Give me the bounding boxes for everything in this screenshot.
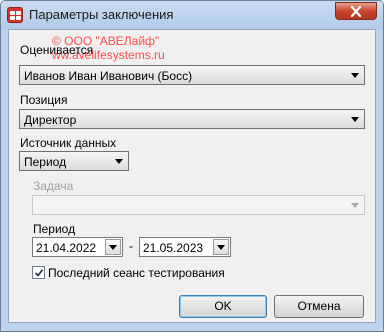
period-from-date[interactable]: 21.04.2022 xyxy=(32,237,123,257)
title-bar[interactable]: Параметры заключения xyxy=(1,1,383,29)
position-value: Директор xyxy=(24,113,77,127)
chevron-down-icon xyxy=(217,245,225,250)
checkmark-icon xyxy=(34,269,44,277)
period-separator: - xyxy=(129,239,133,253)
chevron-down-icon xyxy=(115,159,123,164)
window-title: Параметры заключения xyxy=(29,7,174,22)
chevron-down-icon xyxy=(351,73,359,78)
chevron-down-icon xyxy=(351,117,359,122)
cancel-button[interactable]: Отмена xyxy=(274,295,364,318)
evaluated-label: Оценивается xyxy=(20,43,94,57)
period-to-date[interactable]: 21.05.2023 xyxy=(139,237,231,257)
period-to-value: 21.05.2023 xyxy=(143,241,204,255)
last-session-label[interactable]: Последний сеанс тестирования xyxy=(48,266,225,280)
close-icon xyxy=(350,6,362,17)
position-label: Позиция xyxy=(20,93,68,107)
position-select[interactable]: Директор xyxy=(19,109,365,129)
task-label: Задача xyxy=(33,179,74,193)
date-dropdown-button[interactable] xyxy=(105,239,121,255)
last-session-checkbox[interactable] xyxy=(32,266,45,279)
data-source-value: Период xyxy=(24,155,67,169)
evaluated-select[interactable]: Иванов Иван Иванович (Босс) xyxy=(19,65,365,85)
period-label: Период xyxy=(33,222,76,236)
data-source-label: Источник данных xyxy=(20,136,117,150)
app-icon xyxy=(7,7,23,23)
close-button[interactable] xyxy=(335,2,377,20)
task-select[interactable] xyxy=(32,195,365,215)
dialog-content: © ООО "АВЕЛайф" ww.avelifesystems.ru Оце… xyxy=(8,29,376,323)
chevron-down-icon xyxy=(109,245,117,250)
ok-button[interactable]: OK xyxy=(179,295,267,318)
data-source-select[interactable]: Период xyxy=(19,151,129,171)
chevron-down-icon xyxy=(351,203,359,208)
dialog-window: Параметры заключения © ООО "АВЕЛайф" ww.… xyxy=(0,0,384,332)
evaluated-value: Иванов Иван Иванович (Босс) xyxy=(24,69,193,83)
period-from-value: 21.04.2022 xyxy=(36,241,97,255)
date-dropdown-button[interactable] xyxy=(213,239,229,255)
